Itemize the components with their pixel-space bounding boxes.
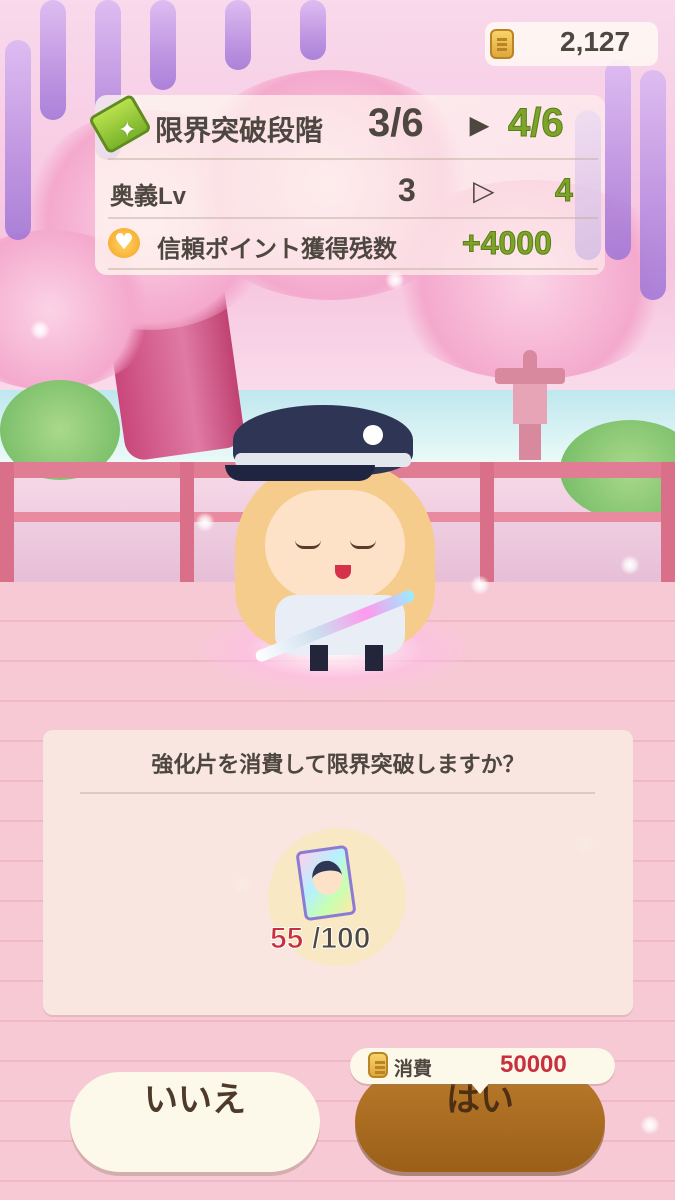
enhancement-shard-icon — [295, 844, 357, 922]
wisteria-flower — [640, 70, 666, 300]
trust-value: +4000 — [462, 225, 553, 262]
sparkle — [470, 575, 490, 595]
heart-glyph: ♥ — [114, 230, 134, 255]
railing-post — [180, 462, 194, 582]
sparkle — [30, 320, 50, 340]
ougi-arrow: ▷ — [473, 175, 495, 206]
wisteria-flower — [40, 0, 66, 120]
item-count-current: 55 — [269, 922, 304, 956]
item-count-max: /100 — [311, 922, 371, 956]
cost-bubble-tail — [470, 1082, 490, 1094]
divider — [108, 268, 598, 270]
limit-break-to: 4/6 — [508, 101, 565, 146]
no-button[interactable]: いいえ — [70, 1072, 320, 1172]
wisteria-flower — [605, 60, 631, 260]
cost-bubble — [350, 1048, 615, 1084]
cost-label: 消費 — [394, 1059, 433, 1080]
limit-break-title: 限界突破段階 — [155, 115, 324, 146]
coin-icon — [368, 1052, 388, 1078]
ougi-label: 奥義Lv — [110, 183, 187, 210]
railing-post — [480, 462, 494, 582]
dialog-message: 強化片を消費して限界突破しますか？ — [151, 752, 525, 777]
railing-post — [0, 462, 14, 582]
divider — [108, 158, 598, 160]
currency-amount: 2,127 — [560, 26, 631, 57]
sparkle — [195, 512, 215, 532]
sparkle — [640, 1115, 660, 1135]
limit-break-arrow: ▶ — [470, 112, 489, 139]
divider — [108, 217, 598, 219]
cost-value: 50000 — [500, 1051, 567, 1078]
stone-lantern — [495, 350, 565, 460]
coin-icon — [490, 29, 514, 59]
sparkle — [620, 555, 640, 575]
no-button-label: いいえ — [144, 1081, 246, 1119]
limit-break-from: 3/6 — [368, 101, 424, 145]
wisteria-flower — [5, 40, 31, 240]
wisteria-flower — [150, 0, 176, 90]
star-icon: ✦ — [118, 118, 137, 143]
character-sprite — [225, 405, 455, 675]
ougi-to: 4 — [555, 172, 574, 209]
wisteria-flower — [225, 0, 251, 70]
divider — [80, 792, 595, 794]
trust-label: 信頼ポイント獲得残数 — [157, 236, 397, 263]
wisteria-flower — [300, 0, 326, 60]
ougi-from: 3 — [398, 172, 416, 208]
railing-post — [661, 462, 675, 582]
